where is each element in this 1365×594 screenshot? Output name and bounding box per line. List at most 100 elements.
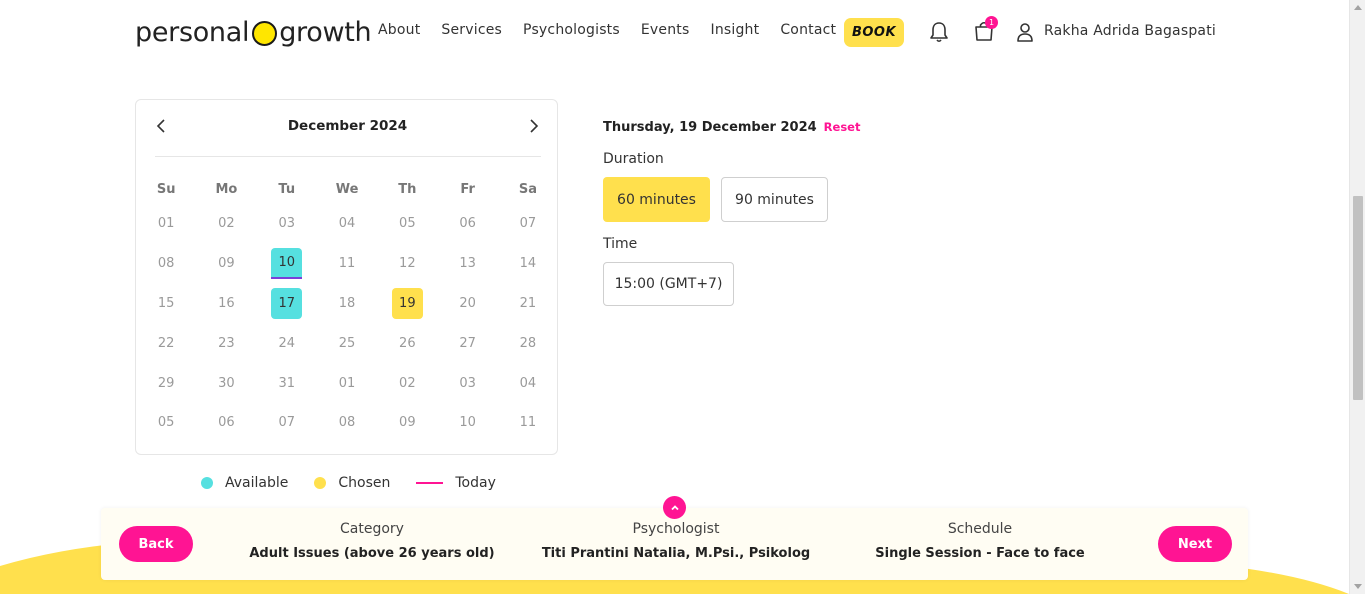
nav-psychologists[interactable]: Psychologists [523,22,620,38]
calendar-week-row: 22 23 24 25 26 27 28 [136,323,559,363]
category-label: Category [340,521,404,537]
calendar-day-cell: 05 [377,208,437,239]
weekday-label: We [335,182,359,197]
calendar-day-cell: 26 [377,328,437,359]
calendar-day-cell: 18 [317,288,377,319]
legend-today: Today [416,475,496,491]
calendar-day-cell: 20 [437,288,497,319]
calendar-week-row: 29 30 31 01 02 03 04 [136,363,559,403]
calendar-day-cell: 02 [196,208,256,239]
book-button[interactable]: BOOK [844,18,904,47]
calendar-day-cell: 09 [377,407,437,438]
calendar-day: 14 [519,256,537,272]
weekday-label: Mo [215,182,238,197]
calendar-day-available[interactable]: 10 [271,248,303,280]
collapse-summary-button[interactable] [663,496,686,519]
logo-circle-icon [252,20,278,46]
logo[interactable]: personal growth [135,14,372,50]
calendar-day: 11 [519,415,537,431]
calendar-day: 29 [157,375,175,391]
time-label: Time [603,236,638,252]
next-button[interactable]: Next [1158,526,1232,562]
calendar-day: 12 [399,256,416,272]
calendar-month-title: December 2024 [287,118,408,134]
schedule-label: Schedule [947,521,1013,537]
calendar-divider [155,156,541,157]
calendar-day-cell: 11 [498,407,558,438]
calendar-day: 23 [218,335,235,351]
selected-date-heading: Thursday, 19 December 2024 Reset [603,120,860,135]
scrollbar-thumb[interactable] [1353,196,1363,400]
weekday-header-row: Su Mo Tu We Th Fr Sa [136,182,559,204]
legend-chosen-label: Chosen [338,475,391,491]
back-button[interactable]: Back [119,526,193,562]
nav-about[interactable]: About [378,22,420,38]
page-scrollbar[interactable] [1349,0,1365,594]
date-picker-calendar: December 2024 Su Mo Tu We Th Fr Sa 01 02 0… [135,99,558,455]
calendar-day: 01 [338,375,356,391]
legend-chosen: Chosen [314,475,390,491]
calendar-day: 03 [278,216,295,232]
summary-schedule: Schedule Single Session - Face to face [829,521,1131,561]
calendar-day-cell: 27 [437,328,497,359]
calendar-day: 03 [459,375,476,391]
calendar-day-cell: 28 [498,328,558,359]
bell-icon[interactable] [929,21,949,43]
calendar-day-cell: 24 [257,328,317,359]
calendar-day-cell: 09 [196,248,256,279]
user-icon[interactable] [1016,22,1034,42]
duration-90-option[interactable]: 90 minutes [721,177,828,222]
calendar-day: 04 [519,375,537,391]
calendar-day: 07 [278,415,295,431]
weekday-label: Su [156,182,176,197]
reset-link[interactable]: Reset [824,120,861,134]
calendar-day: 20 [459,295,476,311]
time-slot-option[interactable]: 15:00 (GMT+7) [603,262,734,306]
calendar-day: 24 [278,335,295,351]
calendar-day: 22 [157,335,175,351]
weekday-label: Th [398,182,417,197]
cart-count-badge: 1 [985,16,998,29]
user-name[interactable]: Rakha Adrida Bagaspati [1044,23,1216,39]
calendar-day: 08 [157,256,175,272]
calendar-day: 30 [218,375,235,391]
site-header: personal growth About Services Psycholog… [0,0,1349,64]
nav-insight[interactable]: Insight [710,22,759,38]
calendar-day-cell: 08 [136,248,196,279]
calendar-day-cell: 19 [377,287,437,319]
calendar-day-chosen[interactable]: 19 [391,287,423,319]
scroll-up-arrow-icon[interactable] [1354,5,1362,10]
calendar-week-row: 01 02 03 04 05 06 07 [136,204,559,244]
legend-available-label: Available [225,475,289,491]
calendar-day-cell: 14 [498,248,558,279]
calendar-day: 21 [519,295,537,311]
nav-events[interactable]: Events [641,22,690,38]
nav-contact[interactable]: Contact [780,22,836,38]
calendar-day: 26 [399,335,416,351]
calendar-day-cell: 01 [136,208,196,239]
nav-services[interactable]: Services [441,22,502,38]
calendar-day-cell: 29 [136,368,196,399]
calendar-day-cell: 06 [437,208,497,239]
calendar-day-cell: 07 [498,208,558,239]
duration-60-option[interactable]: 60 minutes [603,177,710,222]
duration-label: Duration [603,151,664,167]
weekday-label: Sa [518,182,537,197]
available-dot-icon [201,477,213,489]
calendar-day: 08 [338,415,356,431]
selected-date: Thursday, 19 December 2024 [603,120,817,135]
calendar-week-row: 05 06 07 08 09 10 11 [136,403,559,443]
calendar-day-cell: 04 [317,208,377,239]
calendar-day-cell: 12 [377,248,437,279]
calendar-day: 05 [157,415,175,431]
calendar-weeks: 01 02 03 04 05 06 07 08 09 10 11 12 13 14 15 16 17 18 19 20… [136,204,559,443]
calendar-day-cell: 05 [136,407,196,438]
chevron-right-icon[interactable] [525,118,541,134]
calendar-day-cell: 10 [257,248,317,280]
calendar-legend: Available Chosen Today [201,475,522,491]
calendar-day: 05 [399,216,416,232]
calendar-day-available[interactable]: 17 [271,287,303,319]
scroll-down-arrow-icon[interactable] [1354,584,1362,589]
weekday-label: Tu [278,182,296,197]
calendar-day: 11 [338,256,356,272]
